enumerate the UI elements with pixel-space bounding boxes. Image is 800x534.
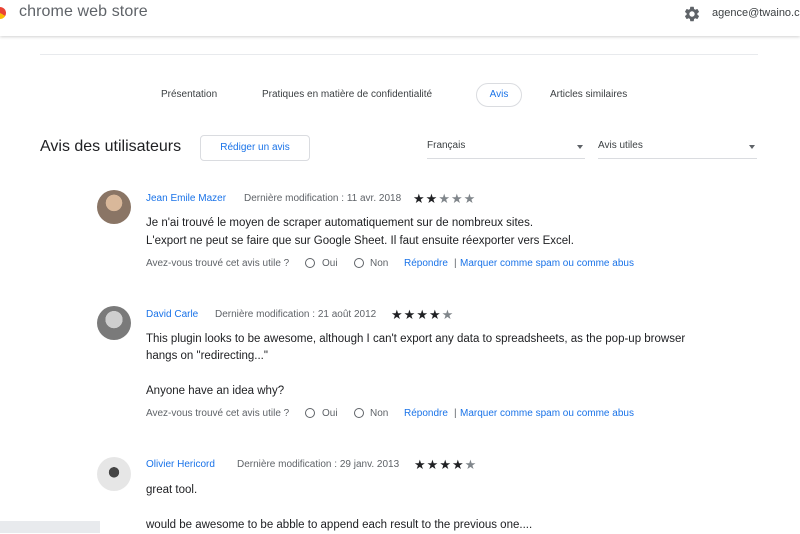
review-text-line: great tool. [146,484,198,496]
link-separator: | [454,408,457,419]
star-rating: ★★★★★ [414,458,477,471]
review-date: Dernière modification : 11 avr. 2018 [244,193,402,204]
review-date: Dernière modification : 21 août 2012 [215,309,377,320]
star-filled-icon: ★ [413,191,426,206]
review-text-line: Anyone have an idea why? [146,385,285,397]
yes-label: Oui [322,408,338,419]
tab-overview[interactable]: Présentation [161,89,217,100]
tab-reviews[interactable]: Avis [476,83,522,107]
star-rating: ★★★★★ [413,192,476,205]
sort-select[interactable]: Avis utiles [598,140,757,159]
star-rating: ★★★★★ [391,308,454,321]
helpful-yes-radio[interactable] [305,258,315,268]
language-select[interactable]: Français [427,140,585,159]
no-label: Non [370,408,389,419]
tab-privacy-practices[interactable]: Pratiques en matière de confidentialité [262,89,432,100]
helpful-prompt: Avez-vous trouvé cet avis utile ? [146,258,290,269]
chrome-logo-icon[interactable] [0,7,6,19]
star-filled-icon: ★ [451,457,465,472]
avatar [97,457,131,491]
star-empty-icon: ★ [464,457,478,472]
review-text-line: L'export ne peut se faire que sur Google… [146,235,574,247]
star-empty-icon: ★ [438,191,451,206]
no-label: Non [370,258,389,269]
review-text-line: would be awesome to be abble to append e… [146,519,533,531]
reply-link[interactable]: Répondre [404,408,448,419]
dropdown-arrow-icon [749,145,755,149]
review-author[interactable]: Olivier Hericord [146,459,215,470]
top-bar: chrome web store agence@twaino.co [0,0,800,36]
write-review-button[interactable]: Rédiger un avis [200,135,310,161]
star-empty-icon: ★ [450,191,464,206]
report-spam-link[interactable]: Marquer comme spam ou comme abus [460,258,634,269]
helpful-no-radio[interactable] [354,258,364,268]
review-date: Dernière modification : 29 janv. 2013 [237,459,400,470]
review-text-line: This plugin looks to be awesome, althoug… [146,333,686,345]
star-filled-icon: ★ [425,191,439,206]
avatar [97,190,131,224]
report-spam-link[interactable]: Marquer comme spam ou comme abus [460,408,634,419]
tab-related-items[interactable]: Articles similaires [550,89,627,100]
review-text-line: Je n'ai trouvé le moyen de scraper autom… [146,217,534,229]
star-empty-icon: ★ [463,191,477,206]
helpful-yes-radio[interactable] [305,408,315,418]
review-text-line: hangs on "redirecting..." [146,350,268,362]
star-empty-icon: ★ [441,307,455,322]
store-title[interactable]: chrome web store [19,3,148,21]
star-filled-icon: ★ [428,307,442,322]
helpful-no-radio[interactable] [354,408,364,418]
star-filled-icon: ★ [391,307,404,322]
dropdown-arrow-icon [577,145,583,149]
account-email[interactable]: agence@twaino.co [712,7,800,19]
gear-icon[interactable] [683,5,701,23]
section-title: Avis des utilisateurs [40,138,182,155]
avatar [97,306,131,340]
yes-label: Oui [322,258,338,269]
star-filled-icon: ★ [414,457,427,472]
star-filled-icon: ★ [426,457,440,472]
star-filled-icon: ★ [416,307,429,322]
sort-select-value: Avis utiles [598,140,643,151]
star-filled-icon: ★ [403,307,417,322]
status-bar [0,521,100,533]
review-author[interactable]: Jean Emile Mazer [146,193,226,204]
link-separator: | [454,258,457,269]
language-select-value: Français [427,140,466,151]
review-author[interactable]: David Carle [146,309,198,320]
star-filled-icon: ★ [439,457,452,472]
helpful-prompt: Avez-vous trouvé cet avis utile ? [146,408,290,419]
reply-link[interactable]: Répondre [404,258,448,269]
divider [40,54,758,55]
